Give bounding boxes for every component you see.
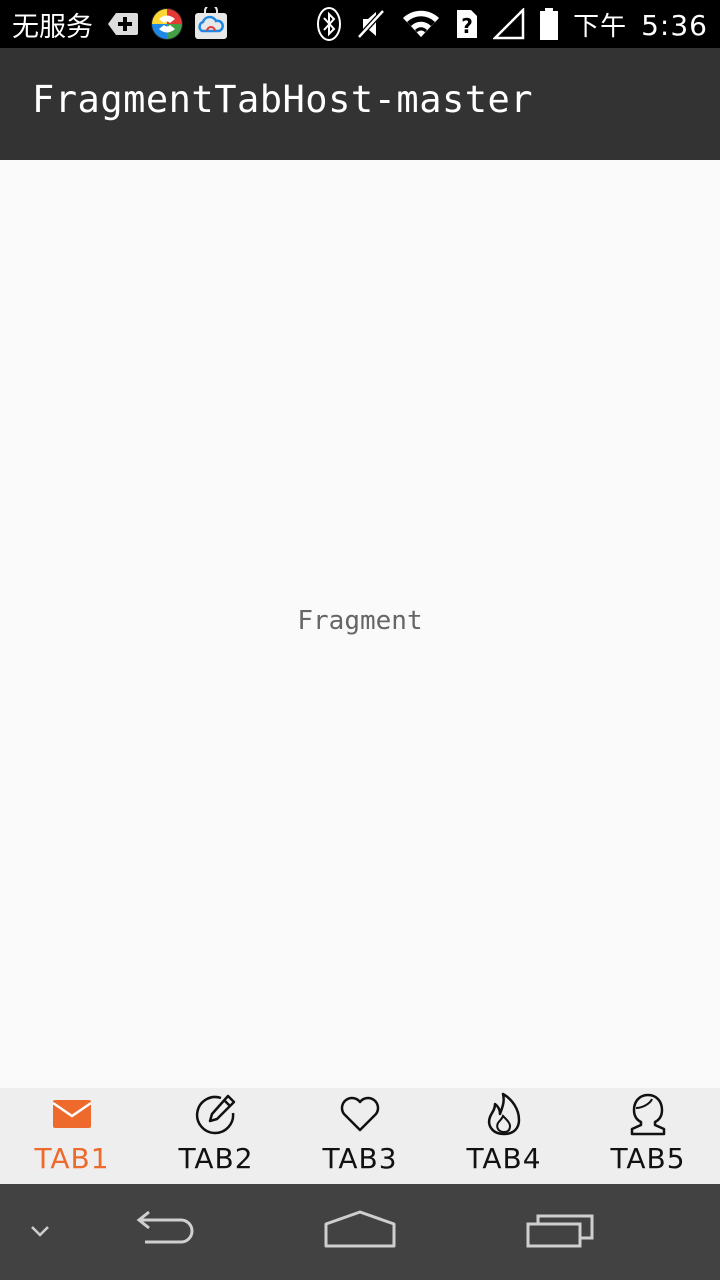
status-clock: 下午 5:36 <box>573 6 708 43</box>
chevron-down-icon <box>29 1223 51 1242</box>
time-period: 下午 <box>573 11 628 42</box>
app-title: FragmentTabHost-master <box>32 78 534 121</box>
sim-unknown-icon: ? <box>455 8 479 40</box>
edit-icon <box>194 1092 238 1136</box>
tab-2-label: TAB2 <box>178 1142 254 1175</box>
recents-button[interactable] <box>510 1184 610 1280</box>
status-left: 无服务 <box>12 0 229 48</box>
add-notification-icon <box>105 6 141 42</box>
hide-nav-button[interactable] <box>20 1184 60 1280</box>
back-button[interactable] <box>110 1184 210 1280</box>
mute-icon <box>355 7 387 41</box>
navigation-bar <box>0 1184 720 1280</box>
svg-text:?: ? <box>461 14 473 38</box>
fragment-content: Fragment <box>0 160 720 1088</box>
status-right: ? 下午 5:36 <box>317 0 708 48</box>
person-icon <box>626 1092 670 1136</box>
battery-icon <box>539 7 559 41</box>
time-text: 5:36 <box>641 8 708 42</box>
tab-5[interactable]: TAB5 <box>576 1088 720 1184</box>
tab-bar: TAB1 TAB2 TAB3 TAB4 TAB5 <box>0 1088 720 1184</box>
tab-4-label: TAB4 <box>466 1142 542 1175</box>
app-bar: FragmentTabHost-master <box>0 48 720 160</box>
colorful-app-icon <box>149 6 185 42</box>
tab-5-label: TAB5 <box>610 1142 686 1175</box>
tab-3[interactable]: TAB3 <box>288 1088 432 1184</box>
bluetooth-icon <box>317 7 342 41</box>
tab-3-label: TAB3 <box>322 1142 398 1175</box>
status-bar: 无服务 ? 下午 5:36 <box>0 0 720 48</box>
tab-2[interactable]: TAB2 <box>144 1088 288 1184</box>
tab-1-label: TAB1 <box>34 1142 110 1175</box>
signal-icon <box>493 8 525 40</box>
tab-1[interactable]: TAB1 <box>0 1088 144 1184</box>
tab-4[interactable]: TAB4 <box>432 1088 576 1184</box>
carrier-text: 无服务 <box>12 11 93 43</box>
home-icon <box>322 1210 398 1254</box>
cloud-bag-icon <box>193 6 229 42</box>
back-icon <box>125 1210 195 1254</box>
recents-icon <box>524 1210 596 1254</box>
fragment-label: Fragment <box>297 606 423 636</box>
wifi-icon <box>401 9 441 39</box>
heart-icon <box>338 1092 382 1136</box>
fire-icon <box>482 1092 526 1136</box>
mail-icon <box>50 1092 94 1136</box>
home-button[interactable] <box>310 1184 410 1280</box>
